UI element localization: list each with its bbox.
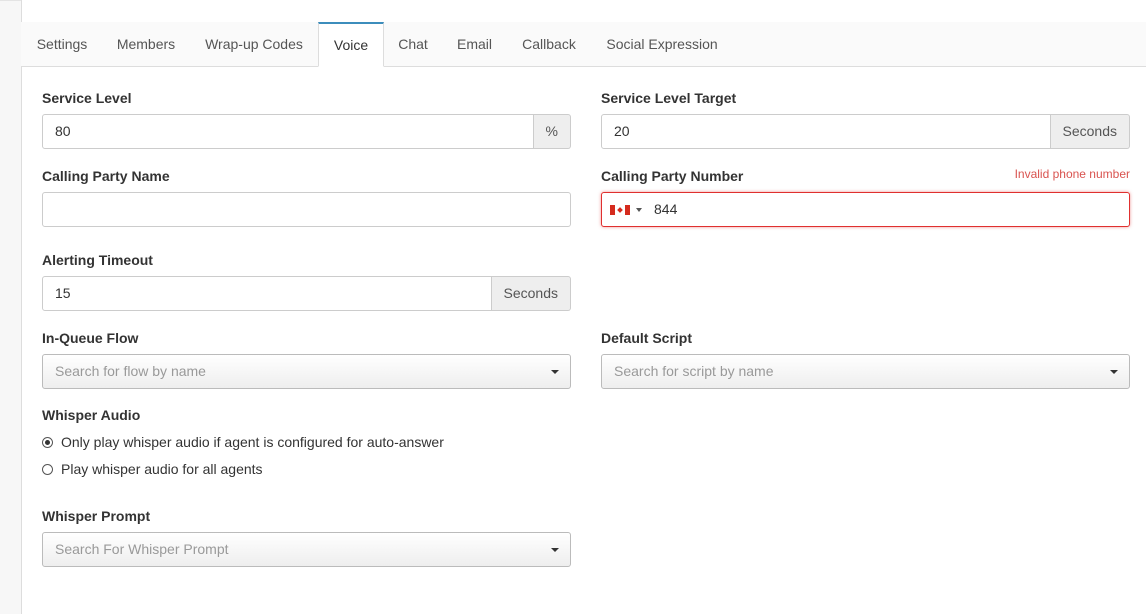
alerting-timeout-input[interactable]: 15 [42, 276, 492, 311]
whisper-prompt-label: Whisper Prompt [42, 508, 151, 524]
tab-wrap-up-codes[interactable]: Wrap-up Codes [189, 22, 319, 66]
service-level-group: 80 % [42, 114, 571, 149]
radio-button[interactable] [42, 463, 53, 475]
service-level-input[interactable]: 80 [42, 114, 534, 149]
alerting-seconds-addon: Seconds [491, 276, 571, 311]
default-script-label: Default Script [601, 330, 693, 346]
service-level-target-label: Service Level Target [601, 90, 737, 106]
tab-chat[interactable]: Chat [384, 22, 442, 66]
whisper-audio-option-auto-answer[interactable]: Only play whisper audio if agent is conf… [42, 433, 444, 451]
tab-settings[interactable]: Settings [21, 22, 103, 66]
service-level-label: Service Level [42, 90, 132, 106]
tab-voice[interactable]: Voice [318, 22, 384, 67]
calling-party-name-group [42, 192, 571, 227]
default-script-select[interactable]: Search for script by name [601, 354, 1130, 389]
whisper-prompt-select[interactable]: Search For Whisper Prompt [42, 532, 571, 567]
whisper-audio-option-all-agents[interactable]: Play whisper audio for all agents [42, 460, 263, 478]
canada-flag-icon[interactable] [610, 205, 630, 215]
tab-bar: Settings Members Wrap-up Codes Voice Cha… [21, 22, 1146, 67]
service-level-target-input[interactable]: 20 [601, 114, 1051, 149]
calling-party-name-label: Calling Party Name [42, 168, 170, 184]
calling-party-name-input[interactable] [42, 192, 571, 227]
tab-members[interactable]: Members [103, 22, 189, 66]
phone-error-message: Invalid phone number [1014, 167, 1130, 181]
calling-party-number-label: Calling Party Number [601, 168, 744, 184]
whisper-prompt-placeholder: Search For Whisper Prompt [55, 541, 229, 557]
seconds-addon: Seconds [1050, 114, 1130, 149]
in-queue-flow-placeholder: Search for flow by name [55, 363, 206, 379]
in-queue-flow-label: In-Queue Flow [42, 330, 139, 346]
default-script-placeholder: Search for script by name [614, 363, 774, 379]
chevron-down-icon [1110, 370, 1118, 374]
radio-button-checked[interactable] [42, 436, 53, 448]
chevron-down-icon [551, 370, 559, 374]
calling-party-number-input[interactable]: 844 [601, 192, 1130, 227]
chevron-down-icon [551, 548, 559, 552]
percent-addon: % [533, 114, 571, 149]
radio-label: Play whisper audio for all agents [61, 461, 263, 477]
whisper-audio-label: Whisper Audio [42, 407, 141, 423]
alerting-timeout-group: 15 Seconds [42, 276, 571, 311]
phone-number-value: 844 [654, 201, 678, 217]
tab-social-expression[interactable]: Social Expression [591, 22, 733, 66]
country-dropdown-caret-icon[interactable] [636, 208, 642, 212]
tab-callback[interactable]: Callback [507, 22, 591, 66]
in-queue-flow-select[interactable]: Search for flow by name [42, 354, 571, 389]
radio-label: Only play whisper audio if agent is conf… [61, 434, 444, 450]
service-level-target-group: 20 Seconds [601, 114, 1130, 149]
tab-email[interactable]: Email [442, 22, 507, 66]
alerting-timeout-label: Alerting Timeout [42, 252, 153, 268]
